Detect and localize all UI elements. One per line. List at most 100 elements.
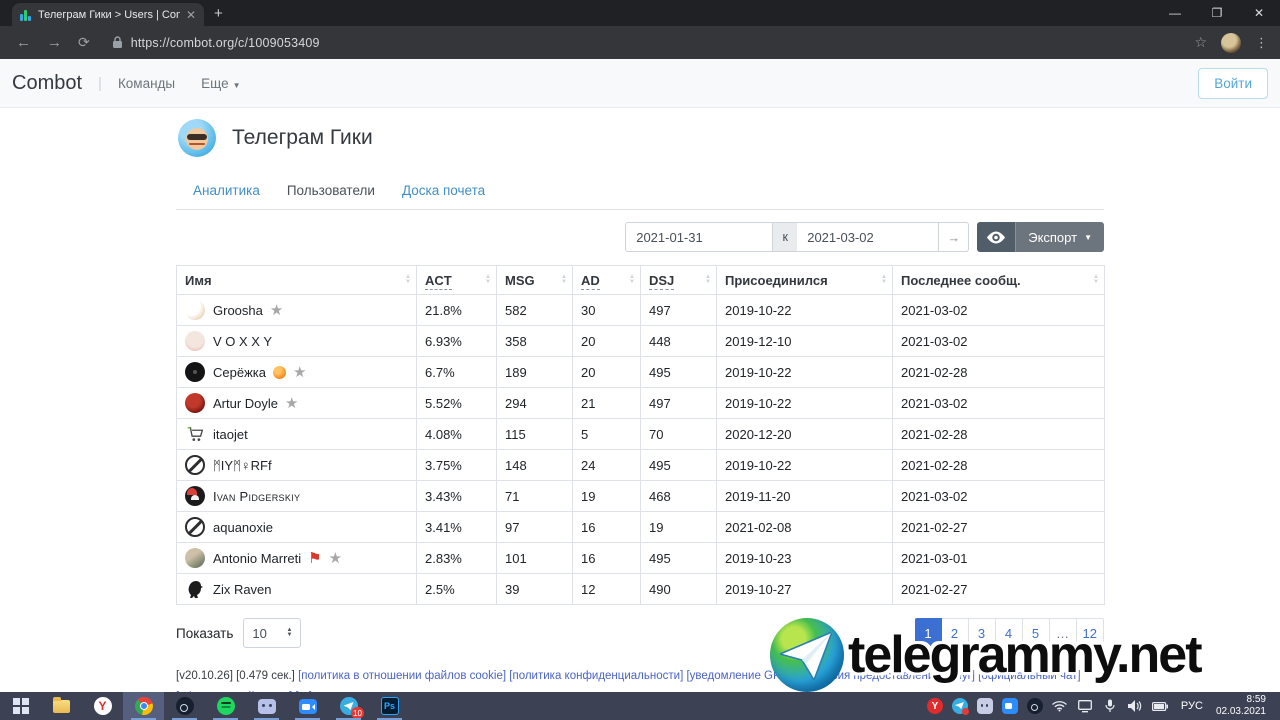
footer-link[interactable]: [политика конфиденциальности] [509, 670, 683, 682]
table-row[interactable]: Серёжка ★ 6.7% 189 20 495 2019-10-22 2021-02-28 [176, 356, 1105, 388]
tray-zoom-icon[interactable] [1001, 698, 1018, 714]
notification-badge: 10 [351, 707, 364, 719]
back-button[interactable]: ← [16, 34, 31, 51]
url-field[interactable]: https://combot.org/c/1009053409 [131, 36, 320, 50]
sort-icon[interactable]: ▲ ▼ [561, 274, 567, 285]
taskbar-discord-icon[interactable] [246, 692, 287, 720]
ad-cell: 16 [572, 542, 641, 574]
bookmark-star-icon[interactable]: ☆ [1194, 34, 1207, 51]
sort-icon[interactable]: ▲ ▼ [705, 274, 711, 285]
taskbar-zoom-icon[interactable] [287, 692, 328, 720]
user-name[interactable]: itaojet [213, 427, 248, 442]
tab-link[interactable]: Доска почета [402, 183, 485, 198]
table-row[interactable]: V O X X Y 6.93% 358 20 448 2019-12-10 2021-03-… [176, 325, 1105, 357]
export-button[interactable]: Экспорт ▼ [1015, 222, 1104, 252]
msg-cell: 101 [496, 542, 573, 574]
taskbar-telegram-icon[interactable]: 10 [328, 692, 369, 720]
tray-mic-icon[interactable] [1102, 698, 1118, 714]
user-name[interactable]: aquanoxie [213, 520, 273, 535]
reload-button[interactable]: ⟳ [78, 34, 90, 51]
tab-active[interactable]: Пользователи [287, 183, 375, 198]
browser-profile-avatar[interactable] [1221, 32, 1241, 53]
table-row[interactable]: Antonio Marreti ⚑ ★ 2.83% 101 16 495 2019-10-23… [176, 542, 1105, 574]
user-name[interactable]: Antonio Marreti [213, 551, 301, 566]
visibility-button[interactable] [977, 222, 1016, 252]
forward-button[interactable]: → [47, 34, 62, 51]
sort-icon[interactable]: ▲ ▼ [405, 274, 411, 285]
sort-icon[interactable]: ▲ ▼ [629, 274, 635, 285]
column-header[interactable]: MSG ▲ ▼ [496, 265, 573, 295]
taskbar-chrome-icon[interactable] [123, 692, 164, 720]
date-from-input[interactable]: 2021-01-31 [625, 222, 774, 252]
tray-battery-icon[interactable] [1151, 698, 1168, 714]
taskbar-yandex-icon[interactable] [82, 692, 123, 720]
flag-icon: ⚑ [308, 550, 322, 567]
taskbar-photoshop-icon[interactable] [369, 692, 410, 720]
dsj-cell: 495 [640, 542, 717, 574]
nav-item-more[interactable]: Еще ▼ [201, 76, 240, 91]
window-minimize-button[interactable]: — [1154, 0, 1196, 26]
taskbar: 10 РУС 8:59 02.03.2021 [0, 692, 1280, 720]
table-row[interactable]: Artur Doyle ★ 5.52% 294 21 497 2019-10-22 2021-… [176, 387, 1105, 419]
tray-clock[interactable]: 8:59 02.03.2021 [1216, 694, 1272, 718]
footer-link[interactable]: [политика в отношении файлов cookie] [298, 670, 506, 682]
dsj-cell: 495 [640, 449, 717, 481]
user-name[interactable]: ᛗIYᛗ♀RFf [213, 458, 272, 473]
taskbar-spotify-icon[interactable] [205, 692, 246, 720]
tab-link[interactable]: Аналитика [193, 183, 260, 198]
sort-icon[interactable]: ▲ ▼ [1093, 274, 1099, 285]
tray-telegram-icon[interactable] [951, 698, 969, 715]
user-name[interactable]: Artur Doyle [213, 396, 278, 411]
column-header[interactable]: Присоединился ▲ ▼ [716, 265, 893, 295]
column-header[interactable]: AD ▲ ▼ [572, 265, 641, 295]
msg-cell: 39 [496, 573, 573, 605]
apply-dates-button[interactable]: → [939, 222, 970, 252]
tray-steam-icon[interactable] [1026, 698, 1043, 714]
name-cell: itaojet [176, 418, 417, 450]
taskbar-explorer-icon[interactable] [41, 692, 82, 720]
window-close-button[interactable]: ✕ [1238, 0, 1280, 26]
hamster-avatar-icon [185, 300, 205, 320]
act-cell: 21.8% [416, 294, 497, 326]
user-name[interactable]: Серёжка [213, 365, 266, 380]
sort-icon[interactable]: ▲ ▼ [485, 274, 491, 285]
table-row[interactable]: itaojet 4.08% 115 5 70 2020-12-20 2021-02-28 [176, 418, 1105, 450]
sort-icon[interactable]: ▲ ▼ [881, 274, 887, 285]
tray-wifi-icon[interactable] [1052, 698, 1068, 714]
table-row[interactable]: Groosha ★ 21.8% 582 30 497 2019-10-22 2021-03-0… [176, 294, 1105, 326]
msg-cell: 71 [496, 480, 573, 512]
table-row[interactable]: Ivan Pidgerskiy 3.43% 71 19 468 2019-11-20 202… [176, 480, 1105, 512]
tab-close-icon[interactable]: ✕ [186, 8, 196, 22]
per-page-select[interactable]: 10 ▲ ▼ [243, 618, 302, 648]
window-maximize-button[interactable]: ❐ [1196, 0, 1238, 26]
user-name[interactable]: Ivan Pidgerskiy [213, 489, 300, 504]
new-tab-button[interactable]: + [214, 5, 223, 22]
column-header[interactable]: ACT ▲ ▼ [416, 265, 497, 295]
taskbar-start-icon[interactable] [0, 692, 41, 720]
column-header[interactable]: Последнее сообщ. ▲ ▼ [892, 265, 1105, 295]
tray-language[interactable]: РУС [1181, 700, 1203, 712]
user-name[interactable]: Groosha [213, 303, 263, 318]
column-header[interactable]: DSJ ▲ ▼ [640, 265, 717, 295]
login-button[interactable]: Войти [1198, 67, 1268, 99]
tray-yandex-icon[interactable] [926, 698, 943, 714]
tray-discord-icon[interactable] [976, 698, 993, 714]
act-cell: 3.41% [416, 511, 497, 543]
column-header[interactable]: Имя ▲ ▼ [176, 265, 417, 295]
table-row[interactable]: aquanoxie 3.41% 97 16 19 2021-02-08 2021-02-27 [176, 511, 1105, 543]
taskbar-steam-icon[interactable] [164, 692, 205, 720]
table-row[interactable]: Zix Raven 2.5% 39 12 490 2019-10-27 2021-02-27 [176, 573, 1105, 605]
date-to-input[interactable]: 2021-03-02 [797, 222, 940, 252]
user-name[interactable]: Zix Raven [213, 582, 272, 597]
browser-tab[interactable]: Телеграм Гики > Users | Combo ✕ [12, 3, 204, 26]
user-name[interactable]: V O X X Y [213, 334, 272, 349]
table-row[interactable]: ᛗIYᛗ♀RFf 3.75% 148 24 495 2019-10-22 2021-02-2… [176, 449, 1105, 481]
dsj-cell: 497 [640, 294, 717, 326]
nav-item-commands[interactable]: Команды [118, 76, 175, 91]
combot-logo[interactable]: Combot [12, 72, 82, 95]
browser-menu-icon[interactable]: ⋮ [1255, 35, 1268, 51]
date-to-label: к [773, 222, 798, 252]
tray-volume-icon[interactable] [1127, 698, 1143, 714]
tray-display-icon[interactable] [1077, 698, 1093, 714]
column-label: Последнее сообщ. [901, 272, 1021, 288]
